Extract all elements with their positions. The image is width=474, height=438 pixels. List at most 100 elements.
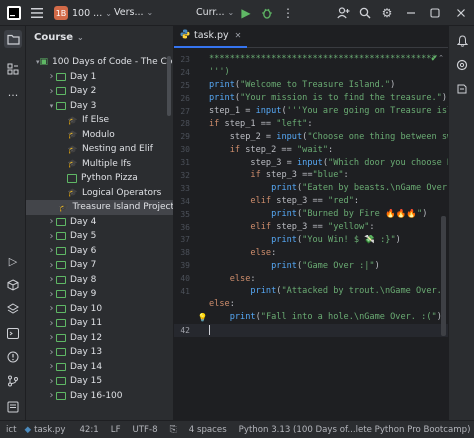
settings-gear-icon[interactable]: ⚙ [378, 4, 396, 22]
notifications-bell-icon[interactable] [453, 32, 471, 50]
chevron-down-icon[interactable]: ▾ [47, 102, 56, 110]
code-line[interactable]: 38 else: [174, 246, 448, 259]
editor-scrollbar[interactable] [441, 216, 446, 336]
status-file[interactable]: ◆ task.py [24, 425, 65, 435]
tree-item[interactable]: 🎓 Treasure Island Project [26, 200, 173, 215]
tree-item[interactable]: › Day 7 [26, 258, 173, 273]
python-interpreter[interactable]: Python 3.13 (100 Days of...lete Python P… [239, 425, 471, 435]
tree-item[interactable]: › Day 14 [26, 360, 173, 375]
code-line[interactable]: 32 if step_3 =="blue": [174, 169, 448, 182]
tree-item[interactable]: 🎓 Modulo [26, 128, 173, 143]
code-line[interactable]: 36 elif step_3 == "yellow": [174, 221, 448, 234]
code-line[interactable]: 26 print("Your mission is to find the tre… [174, 92, 448, 105]
code-line[interactable]: 💡 print("Fall into a hole.\nGame Over. :… [174, 311, 448, 324]
minimize-icon[interactable] [402, 4, 420, 22]
project-panel-folder-icon[interactable] [4, 30, 22, 48]
code-line[interactable]: 35 print("Burned by Fire 🔥🔥🔥") [174, 208, 448, 221]
problems-icon[interactable] [4, 348, 22, 366]
chevron-right-icon[interactable]: › [47, 71, 56, 82]
code-line[interactable]: 23 **************************************… [174, 53, 448, 66]
chevron-right-icon[interactable]: › [47, 245, 56, 256]
structure-icon[interactable] [4, 60, 22, 78]
maximize-icon[interactable] [426, 4, 444, 22]
hamburger-menu-icon[interactable] [28, 4, 46, 22]
tree-item[interactable]: › Day 2 [26, 84, 173, 99]
indent-setting[interactable]: 4 spaces [189, 425, 227, 435]
panel-header[interactable]: Course ⌄ [26, 26, 173, 48]
tree-item[interactable]: › Day 16-100 [26, 389, 173, 404]
chevron-right-icon[interactable]: › [47, 274, 56, 285]
pycharm-logo-icon[interactable] [5, 4, 23, 22]
tree-item[interactable]: › Day 6 [26, 244, 173, 259]
chevron-right-icon[interactable]: › [47, 347, 56, 358]
vcs-selector[interactable]: Vers... ⌄ [114, 7, 153, 18]
code-line[interactable]: 28 if step_1 == "left": [174, 117, 448, 130]
task-description-icon[interactable] [453, 80, 471, 98]
run-icon[interactable]: ▶ [237, 4, 255, 22]
more-options-icon[interactable]: ⋮ [279, 4, 297, 22]
chevron-right-icon[interactable]: › [47, 361, 56, 372]
add-user-icon[interactable] [334, 4, 352, 22]
tree-item[interactable]: › Day 8 [26, 273, 173, 288]
close-tab-icon[interactable]: ✕ [235, 31, 242, 40]
search-icon[interactable] [356, 4, 374, 22]
code-line[interactable]: 41 print("Attacked by trout.\nGame Over.… [174, 285, 448, 298]
chevron-right-icon[interactable]: › [47, 86, 56, 97]
chevron-right-icon[interactable]: › [47, 390, 56, 401]
code-line[interactable]: 24 ''') [174, 66, 448, 79]
code-line-current[interactable]: 42 [174, 323, 448, 337]
chevron-right-icon[interactable]: › [47, 332, 56, 343]
chevron-right-icon[interactable]: › [47, 260, 56, 271]
chevron-right-icon[interactable]: › [47, 376, 56, 387]
cursor-position[interactable]: 42:1 [79, 425, 98, 435]
editorconfig-icon[interactable]: ⎘ [170, 425, 177, 435]
tree-item[interactable]: › Day 15 [26, 374, 173, 389]
todo-icon[interactable] [4, 398, 22, 416]
chevron-right-icon[interactable]: › [47, 216, 56, 227]
code-line[interactable]: 27 step_1 = input('''You are going on Tre… [174, 105, 448, 118]
tree-item[interactable]: Python Pizza [26, 171, 173, 186]
git-branch-icon[interactable] [4, 372, 22, 390]
lightbulb-intention-icon[interactable]: 💡 [196, 313, 209, 322]
tree-item[interactable]: 🎓 If Else [26, 113, 173, 128]
tree-item[interactable]: › Day 13 [26, 345, 173, 360]
line-ending[interactable]: LF [111, 425, 121, 435]
tree-item[interactable]: ▾ ▣ 100 Days of Code - The Comp [26, 55, 173, 70]
code-line[interactable]: 25 print("Welcome to Treasure Island.") [174, 79, 448, 92]
code-line[interactable]: 30 if step_2 == "wait": [174, 143, 448, 156]
tree-item[interactable]: › Day 9 [26, 287, 173, 302]
code-line[interactable]: 39 print("Game Over :|") [174, 259, 448, 272]
close-icon[interactable] [452, 4, 470, 22]
tree-item[interactable]: › Day 1 [26, 70, 173, 85]
terminal-icon[interactable] [4, 324, 22, 342]
status-breadcrumb-left[interactable]: ict [6, 425, 16, 435]
more-tools-icon[interactable]: ··· [4, 86, 22, 104]
code-line[interactable]: 34 elif step_3 == "red": [174, 195, 448, 208]
ai-assistant-icon[interactable] [453, 56, 471, 74]
chevron-right-icon[interactable]: › [47, 231, 56, 242]
run-tool-icon[interactable]: ▷ [4, 252, 22, 270]
debug-icon[interactable] [258, 4, 276, 22]
tree-item[interactable]: › Day 4 [26, 215, 173, 230]
file-encoding[interactable]: UTF-8 [133, 425, 158, 435]
code-line[interactable]: 37 print("You Win! $ 💸 :}") [174, 233, 448, 246]
tab-task-py[interactable]: task.py ✕ [174, 26, 248, 48]
code-line[interactable]: else: [174, 298, 448, 311]
tree-item[interactable]: › Day 12 [26, 331, 173, 346]
code-line[interactable]: 29 step_2 = input("Choose one thing betw… [174, 130, 448, 143]
run-config-selector[interactable]: Curr... ⌄ [196, 7, 234, 18]
tree-item[interactable]: › Day 10 [26, 302, 173, 317]
layers-icon[interactable] [4, 300, 22, 318]
tree-item[interactable]: 🎓 Logical Operators [26, 186, 173, 201]
code-line[interactable]: 31 step_3 = input("Which door you choose… [174, 156, 448, 169]
tree-item[interactable]: 🎓 Multiple Ifs [26, 157, 173, 172]
chevron-right-icon[interactable]: › [47, 303, 56, 314]
code-line[interactable]: 40 else: [174, 272, 448, 285]
code-line[interactable]: 33 print("Eaten by beasts.\nGame Over. [174, 182, 448, 195]
panel-scrollbar[interactable] [167, 56, 171, 116]
project-selector[interactable]: 1B 100 ... ⌄ [54, 6, 112, 20]
python-packages-icon[interactable] [4, 276, 22, 294]
tree-item[interactable]: ▾ Day 3 [26, 99, 173, 114]
code-area[interactable]: 23 **************************************… [174, 53, 448, 337]
chevron-right-icon[interactable]: › [47, 289, 56, 300]
